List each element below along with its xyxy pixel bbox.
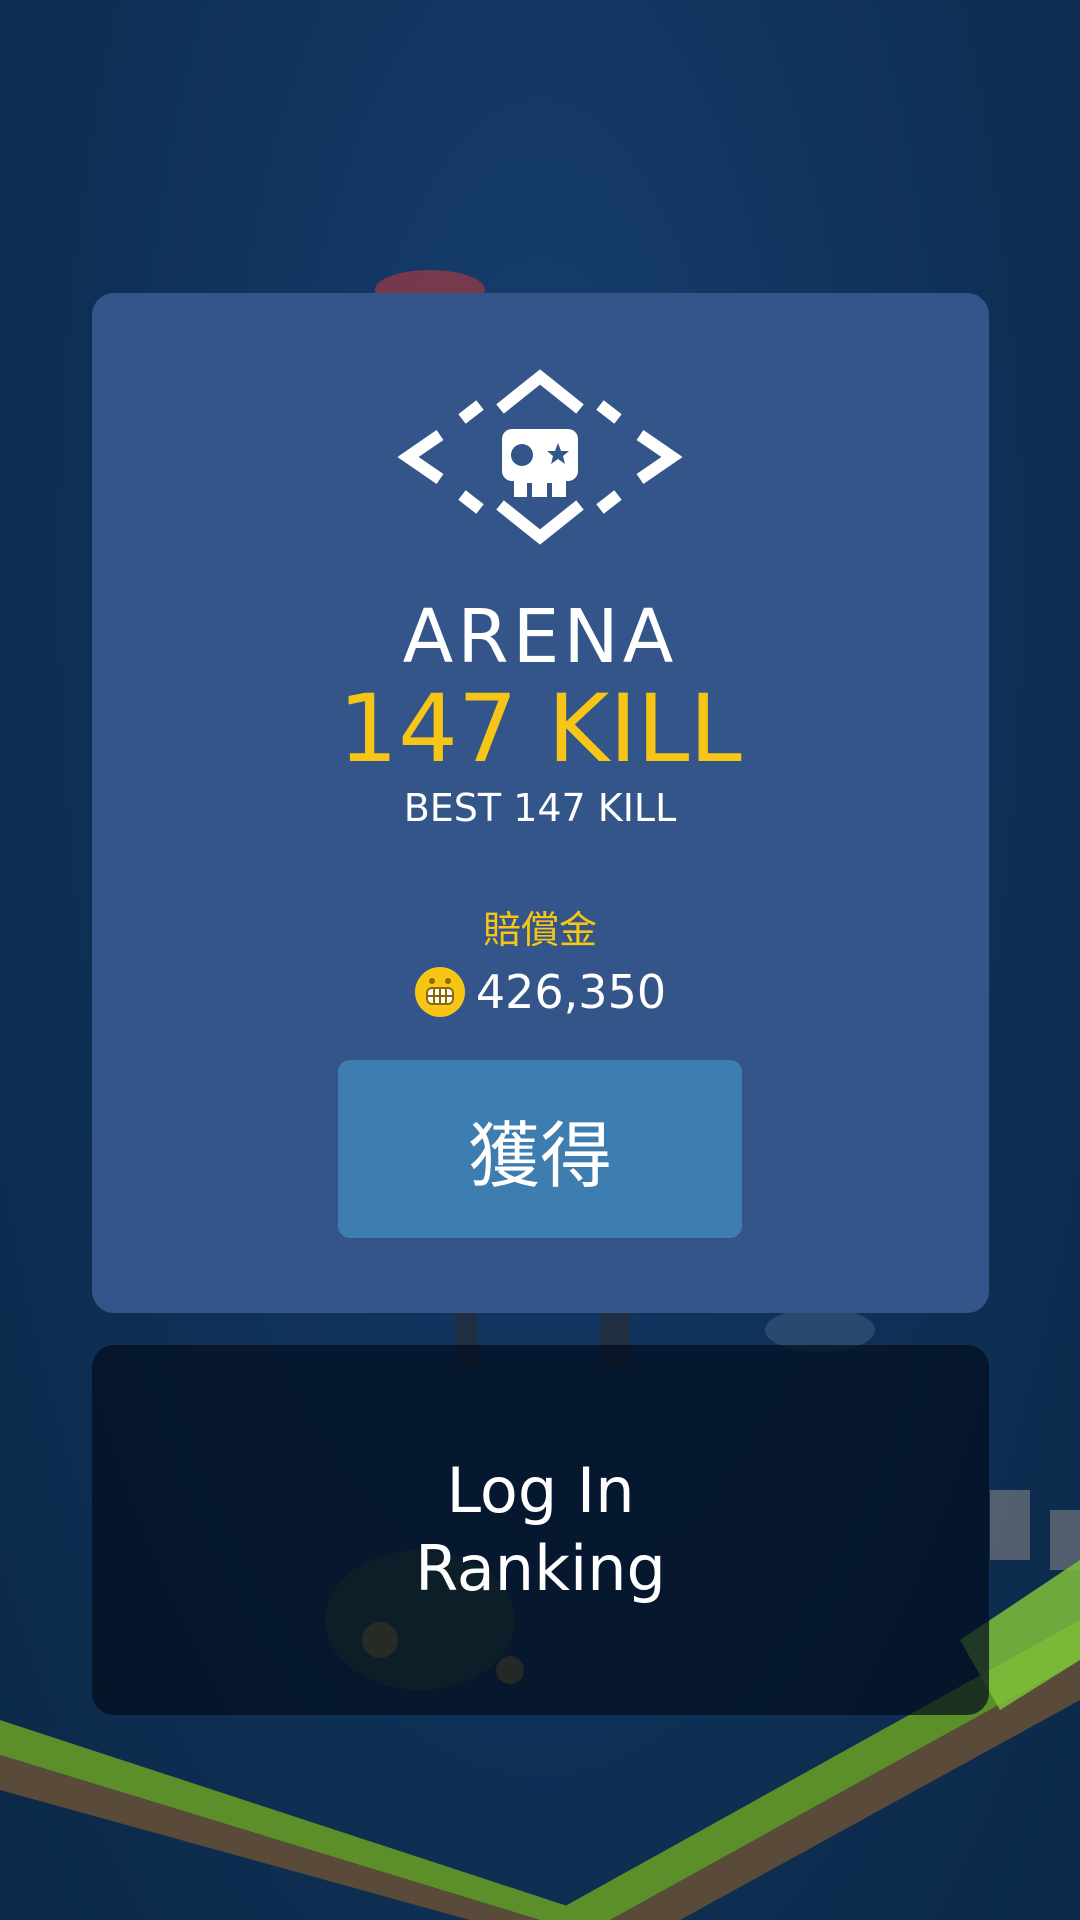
game-result-screen: ARENA 147 KILL BEST 147 KILL 賠償金 426,350… xyxy=(0,0,1080,1920)
grinning-coin-icon xyxy=(414,967,465,1017)
reward-label: 賠償金 xyxy=(482,908,597,952)
claim-reward-button[interactable]: 獲得 xyxy=(338,1060,742,1238)
skull-diamond-icon xyxy=(397,369,683,545)
best-kill-record: BEST 147 KILL xyxy=(403,786,677,830)
ranking-label: Ranking xyxy=(415,1532,666,1605)
reward-amount-row: 426,350 xyxy=(0,962,1080,1022)
mode-title: ARENA xyxy=(402,594,678,680)
kill-count: 147 KILL xyxy=(338,675,742,784)
reward-amount: 426,350 xyxy=(475,965,667,1019)
login-label: Log In xyxy=(446,1454,635,1527)
login-ranking-button[interactable]: Log In Ranking xyxy=(92,1345,989,1715)
